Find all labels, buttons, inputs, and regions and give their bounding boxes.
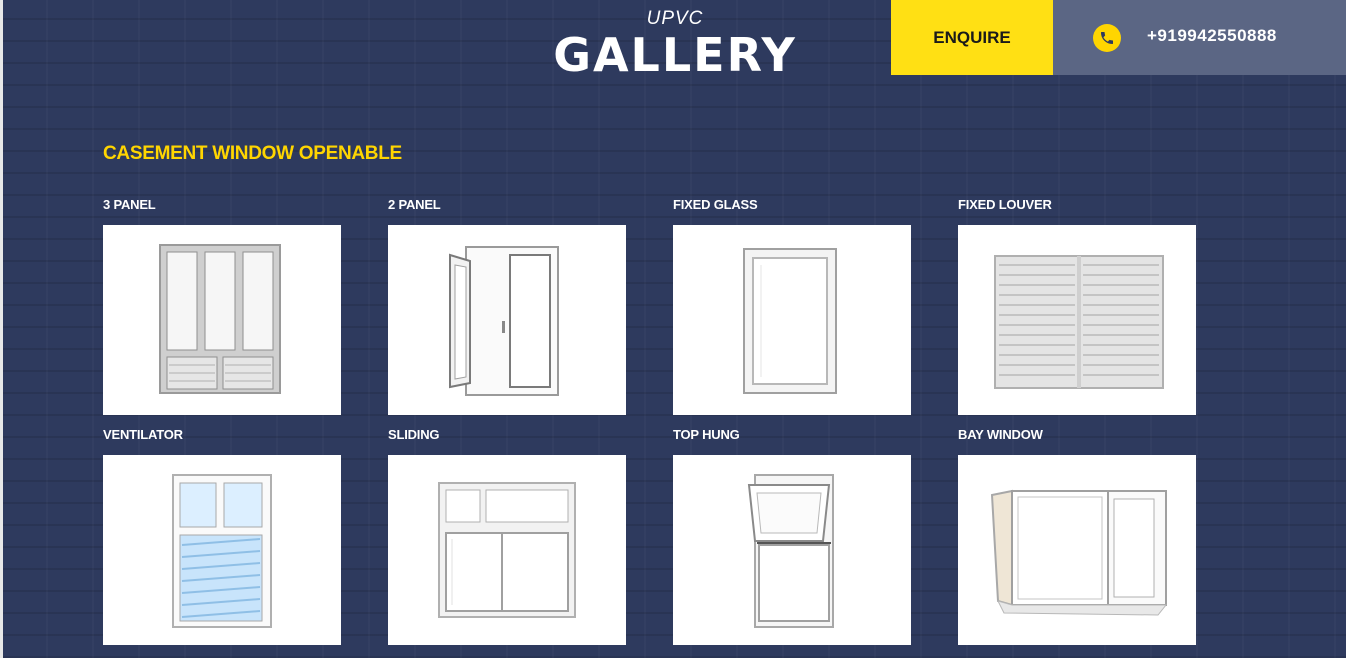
- gallery-item-label: VENTILATOR: [103, 427, 183, 442]
- gallery-item-2-panel[interactable]: 2 PANEL: [388, 196, 626, 415]
- phone-contact[interactable]: +919942550888: [1053, 0, 1346, 75]
- enquire-button[interactable]: ENQUIRE: [891, 0, 1053, 75]
- gallery-item-label: 3 PANEL: [103, 197, 156, 212]
- window-fixed-glass-image[interactable]: [673, 225, 911, 415]
- gallery-item-top-hung[interactable]: TOP HUNG: [673, 426, 911, 645]
- gallery-item-fixed-glass[interactable]: FIXED GLASS: [673, 196, 911, 415]
- left-edge-strip: [0, 0, 3, 658]
- gallery-item-bay-window[interactable]: BAY WINDOW: [958, 426, 1196, 645]
- gallery-item-3-panel[interactable]: 3 PANEL: [103, 196, 341, 415]
- window-sliding-image[interactable]: [388, 455, 626, 645]
- window-fixed-louver-image[interactable]: [958, 225, 1196, 415]
- gallery-item-label: FIXED LOUVER: [958, 197, 1052, 212]
- gallery-item-label: FIXED GLASS: [673, 197, 758, 212]
- gallery-item-label: TOP HUNG: [673, 427, 740, 442]
- window-3-panel-image[interactable]: [103, 225, 341, 415]
- gallery-item-label: SLIDING: [388, 427, 440, 442]
- window-top-hung-image[interactable]: [673, 455, 911, 645]
- phone-icon: [1093, 23, 1121, 52]
- window-ventilator-image[interactable]: [103, 455, 341, 645]
- window-bay-image[interactable]: [958, 455, 1196, 645]
- window-2-panel-image[interactable]: [388, 225, 626, 415]
- gallery-item-sliding[interactable]: SLIDING: [388, 426, 626, 645]
- gallery-item-ventilator[interactable]: VENTILATOR: [103, 426, 341, 645]
- gallery-item-label: BAY WINDOW: [958, 427, 1043, 442]
- gallery-item-fixed-louver[interactable]: FIXED LOUVER: [958, 196, 1196, 415]
- gallery-item-label: 2 PANEL: [388, 197, 441, 212]
- page-header-title: UPVC GALLERY: [540, 6, 810, 78]
- phone-number: +919942550888: [1147, 25, 1277, 45]
- page-title: GALLERY: [553, 28, 797, 82]
- section-title: CASEMENT WINDOW OPENABLE: [103, 143, 402, 164]
